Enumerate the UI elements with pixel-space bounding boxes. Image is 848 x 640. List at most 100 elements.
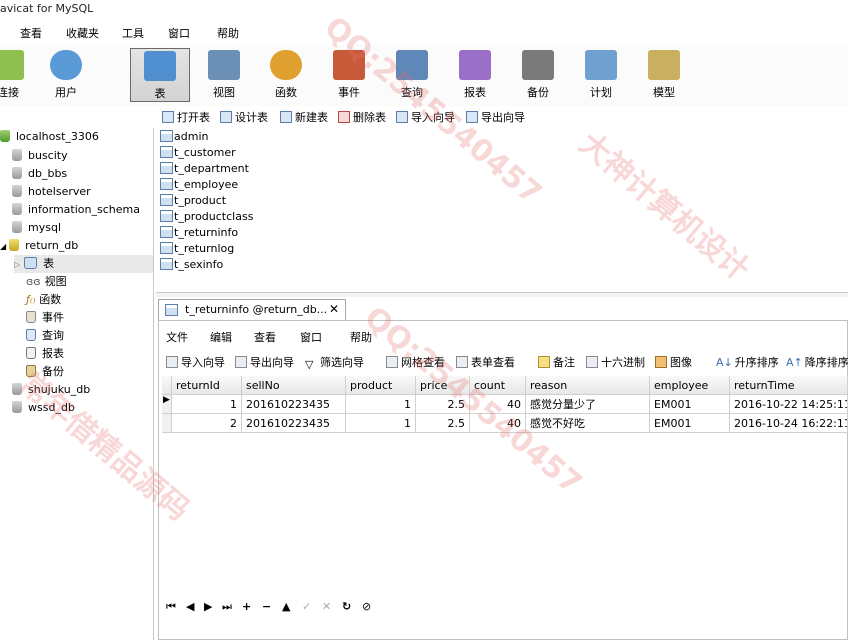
table-button[interactable]: 表	[130, 48, 190, 102]
editor-menu-file[interactable]: 文件	[166, 329, 188, 345]
tree-db-wssd-db[interactable]: wssd_db	[12, 399, 75, 417]
editor-menu-help[interactable]: 帮助	[350, 329, 372, 345]
menu-view[interactable]: 查看	[20, 25, 42, 41]
table-cell[interactable]: EM001	[650, 414, 730, 433]
table-item[interactable]: t_sexinfo	[160, 257, 223, 273]
hex-button[interactable]: 十六进制	[586, 354, 645, 370]
model-button[interactable]: 模型	[634, 48, 694, 102]
table-cell[interactable]: 2	[172, 414, 242, 433]
column-header[interactable]: sellNo	[242, 376, 346, 395]
table-cell[interactable]: 1	[346, 414, 416, 433]
editor-menu-window[interactable]: 窗口	[300, 329, 322, 345]
tree-connection[interactable]: localhost_3306	[0, 128, 99, 146]
design-table-button[interactable]: 设计表	[220, 109, 268, 125]
table-item[interactable]: t_employee	[160, 177, 238, 193]
stop-icon[interactable]: ⊘	[362, 600, 371, 613]
tree-node-functions[interactable]: ƒ₍₎ 函数	[26, 291, 61, 309]
table-cell[interactable]: 40	[470, 395, 526, 414]
report-button[interactable]: 报表	[445, 48, 505, 102]
row-indicator[interactable]: ▶	[162, 395, 172, 414]
editor-import-button[interactable]: 导入向导	[166, 354, 225, 370]
confirm-icon[interactable]: ✓	[302, 600, 311, 613]
table-item[interactable]: t_customer	[160, 145, 236, 161]
new-table-button[interactable]: 新建表	[280, 109, 328, 125]
column-header[interactable]: reason	[526, 376, 650, 395]
tree-node-views[interactable]: ɞɞ 视图	[26, 273, 67, 291]
open-table-button[interactable]: 打开表	[162, 109, 210, 125]
editor-menu-view[interactable]: 查看	[254, 329, 276, 345]
sort-ascending-button[interactable]: A↓ 升序排序	[716, 354, 779, 370]
connection-button[interactable]: 连接	[0, 48, 38, 102]
user-button[interactable]: 用户	[36, 48, 96, 102]
column-header[interactable]: returnTime	[730, 376, 848, 395]
tree-db-buscity[interactable]: buscity	[12, 147, 68, 165]
menu-help[interactable]: 帮助	[217, 25, 239, 41]
tree-node-events[interactable]: 事件	[26, 309, 64, 327]
table-cell[interactable]: 2016-10-24 16:22:11	[730, 414, 848, 433]
export-wizard-button[interactable]: 导出向导	[466, 109, 525, 125]
delete-record-icon[interactable]: −	[262, 600, 271, 613]
table-item[interactable]: admin	[160, 129, 208, 145]
table-cell[interactable]: 201610223435	[242, 395, 346, 414]
table-item[interactable]: t_product	[160, 193, 226, 209]
table-cell[interactable]: 40	[470, 414, 526, 433]
table-cell[interactable]: 2.5	[416, 395, 470, 414]
editor-menu-edit[interactable]: 编辑	[210, 329, 232, 345]
form-view-button[interactable]: 表单查看	[456, 354, 515, 370]
event-button[interactable]: 事件	[319, 48, 379, 102]
view-button[interactable]: 视图	[194, 48, 254, 102]
next-record-icon[interactable]: ▶	[204, 600, 212, 613]
editor-export-button[interactable]: 导出向导	[235, 354, 294, 370]
menu-tools[interactable]: 工具	[122, 25, 144, 41]
backup-button[interactable]: 备份	[508, 48, 568, 102]
table-cell[interactable]: 感觉不好吃	[526, 414, 650, 433]
import-wizard-button[interactable]: 导入向导	[396, 109, 455, 125]
row-indicator[interactable]	[162, 414, 172, 433]
function-button[interactable]: 函数	[256, 48, 316, 102]
tree-db-hotelserver[interactable]: hotelserver	[12, 183, 91, 201]
tree-db-shujuku-db[interactable]: shujuku_db	[12, 381, 90, 399]
menu-window[interactable]: 窗口	[168, 25, 190, 41]
add-record-icon[interactable]: +	[242, 600, 251, 613]
table-cell[interactable]: 201610223435	[242, 414, 346, 433]
column-header[interactable]: employee	[650, 376, 730, 395]
table-cell[interactable]: 1	[172, 395, 242, 414]
grid-view-button[interactable]: 网格查看	[386, 354, 445, 370]
table-item[interactable]: t_productclass	[160, 209, 253, 225]
tree-node-queries[interactable]: 查询	[26, 327, 64, 345]
schedule-button[interactable]: 计划	[571, 48, 631, 102]
tree-node-reports[interactable]: 报表	[26, 345, 64, 363]
tree-db-information-schema[interactable]: information_schema	[12, 201, 140, 219]
column-header[interactable]: returnId	[172, 376, 242, 395]
tree-db-return-db[interactable]: ◢ return_db	[0, 237, 78, 255]
menu-favorites[interactable]: 收藏夹	[66, 25, 99, 41]
last-record-icon[interactable]: ⏭	[222, 600, 232, 614]
table-item[interactable]: t_department	[160, 161, 249, 177]
editor-tab[interactable]: t_returninfo @return_db... ✕	[158, 299, 346, 320]
refresh-icon[interactable]: ↻	[342, 600, 351, 613]
cancel-icon[interactable]: ✕	[322, 600, 331, 613]
prev-record-icon[interactable]: ◀	[186, 600, 194, 613]
table-cell[interactable]: 1	[346, 395, 416, 414]
filter-wizard-button[interactable]: ▽ 筛选向导	[305, 354, 364, 371]
tree-db-db-bbs[interactable]: db_bbs	[12, 165, 67, 183]
memo-button[interactable]: 备注	[538, 354, 575, 370]
close-icon[interactable]: ✕	[329, 302, 339, 316]
table-item[interactable]: t_returnlog	[160, 241, 234, 257]
apply-change-icon[interactable]: ▲	[282, 600, 290, 613]
column-header[interactable]: count	[470, 376, 526, 395]
tree-node-tables[interactable]: ▷ 表	[14, 255, 153, 273]
delete-table-button[interactable]: 删除表	[338, 109, 386, 125]
tree-db-mysql[interactable]: mysql	[12, 219, 61, 237]
table-cell[interactable]: 感觉分量少了	[526, 395, 650, 414]
column-header[interactable]: product	[346, 376, 416, 395]
table-cell[interactable]: 2016-10-22 14:25:11	[730, 395, 848, 414]
image-button[interactable]: 图像	[655, 354, 692, 370]
table-item[interactable]: t_returninfo	[160, 225, 238, 241]
pane-splitter[interactable]	[156, 292, 848, 297]
sort-descending-button[interactable]: A↑ 降序排序	[786, 354, 848, 370]
table-cell[interactable]: EM001	[650, 395, 730, 414]
tree-node-backups[interactable]: 备份	[26, 363, 64, 381]
query-button[interactable]: 查询	[382, 48, 442, 102]
first-record-icon[interactable]: ⏮	[166, 600, 176, 614]
